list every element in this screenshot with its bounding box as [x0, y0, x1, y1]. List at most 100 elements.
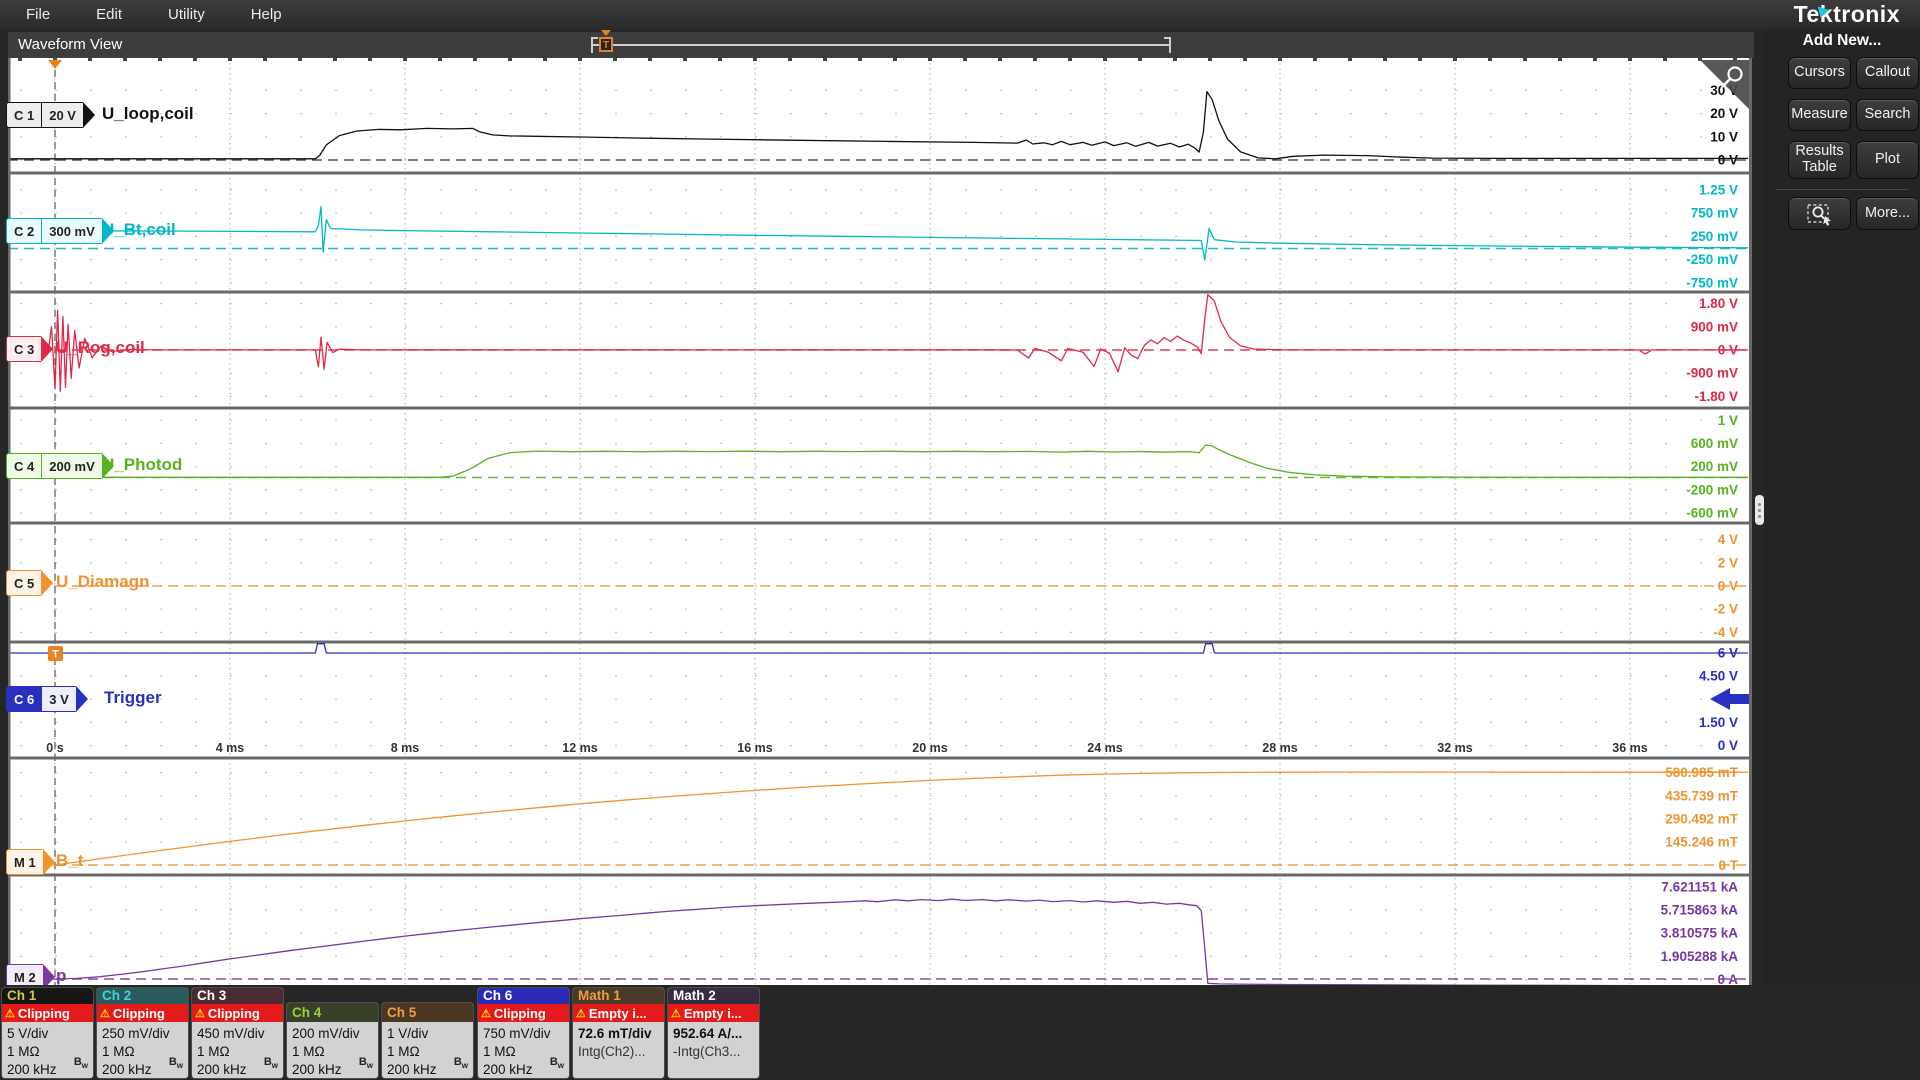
- C1-badge[interactable]: C 120 V: [6, 102, 95, 128]
- trigger-position-triangle: [601, 30, 611, 36]
- C4-tick-label: 1 V: [1718, 413, 1738, 428]
- channel-id: C 4: [6, 453, 41, 479]
- channel-scale: 20 V: [41, 102, 83, 128]
- badge-ch-4[interactable]: Ch 4200 mV/div1 MΩ200 kHzBw: [287, 1003, 378, 1078]
- channel-id: C 1: [6, 102, 41, 128]
- C5-tick-label: 2 V: [1718, 555, 1738, 570]
- time-axis-label: 4 ms: [216, 741, 245, 755]
- badge-ch-6[interactable]: Ch 6⚠Clipping750 mV/div1 MΩ200 kHzBw: [478, 988, 569, 1078]
- bandwidth-icon: Bw: [359, 1053, 373, 1075]
- plot-resize-handle[interactable]: [1755, 495, 1764, 525]
- waveform-canvas: 30 V20 V10 V0 V1.25 V750 mV250 mV-250 mV…: [8, 58, 1752, 988]
- badge-body: 750 mV/div1 MΩ200 kHzBw: [478, 1022, 569, 1078]
- sidebar-divider: [1776, 189, 1908, 190]
- C2-tick-label: 750 mV: [1691, 206, 1738, 221]
- plot-button[interactable]: Plot: [1856, 141, 1919, 179]
- menu-edit[interactable]: Edit: [96, 6, 122, 23]
- M1-tick-label: 290.492 mT: [1665, 812, 1739, 827]
- M1-tick-label: 145.246 mT: [1665, 835, 1739, 850]
- time-axis-label: 36 ms: [1612, 741, 1647, 755]
- C5-badge[interactable]: C 5: [6, 570, 53, 596]
- horizontal-position-bar[interactable]: [593, 44, 1171, 46]
- channel-id: C 5: [6, 570, 41, 596]
- measure-button[interactable]: Measure: [1788, 99, 1851, 131]
- waveform-view-titlebar: Waveform View T: [8, 32, 1754, 58]
- trigger-source-marker-t: T: [52, 649, 59, 661]
- badge-body: 952.64 A/...-Intg(Ch3...: [668, 1022, 759, 1078]
- waveform-plot[interactable]: 30 V20 V10 V0 V1.25 V750 mV250 mV-250 mV…: [8, 58, 1752, 988]
- badge-body: 1 V/div1 MΩ200 kHzBw: [382, 1022, 473, 1078]
- status-strip: ⚠Clipping: [478, 1004, 569, 1022]
- warning-icon: ⚠: [195, 1007, 205, 1020]
- C2-badge[interactable]: C 2300 mV: [6, 218, 114, 244]
- time-axis-label: 32 ms: [1437, 741, 1472, 755]
- C6-badge[interactable]: C 63 V: [6, 686, 88, 712]
- badge-arrow-icon: [41, 570, 53, 596]
- menu-help[interactable]: Help: [251, 6, 282, 23]
- badge-body: 250 mV/div1 MΩ200 kHzBw: [97, 1022, 188, 1078]
- C3-tick-label: 0 V: [1718, 343, 1738, 358]
- bandwidth-icon: Bw: [264, 1053, 278, 1075]
- plot-right-border: [1749, 58, 1752, 988]
- C3-tick-label: 1.80 V: [1699, 296, 1738, 311]
- C4-tick-label: -200 mV: [1686, 482, 1738, 497]
- time-axis-label: 20 ms: [912, 741, 947, 755]
- badge-ch-2[interactable]: Ch 2⚠Clipping250 mV/div1 MΩ200 kHzBw: [97, 988, 188, 1078]
- C5-tick-label: 4 V: [1718, 532, 1738, 547]
- badge-ch-1[interactable]: Ch 1⚠Clipping5 V/div1 MΩ200 kHzBw: [2, 988, 93, 1078]
- status-strip: ⚠Clipping: [192, 1004, 283, 1022]
- badge-row: 750 mV/div: [483, 1025, 569, 1043]
- badge-row: 450 mV/div: [197, 1025, 283, 1043]
- channel-id: C 6: [6, 686, 41, 712]
- badge-ch-5[interactable]: Ch 51 V/div1 MΩ200 kHzBw: [382, 1003, 473, 1078]
- C2-tick-label: -750 mV: [1686, 275, 1738, 290]
- more-button[interactable]: More...: [1856, 197, 1919, 230]
- C4-label: U_Photod: [102, 455, 182, 475]
- M1-tick-label: 435.739 mT: [1665, 788, 1739, 803]
- trigger-position-flag-icon[interactable]: T: [599, 37, 613, 52]
- C6-label: Trigger: [104, 688, 162, 708]
- badge-body: 200 mV/div1 MΩ200 kHzBw: [287, 1022, 378, 1078]
- C1-tick-label: 20 V: [1710, 106, 1738, 121]
- zoom-select-button[interactable]: [1788, 197, 1851, 230]
- badge-body: 5 V/div1 MΩ200 kHzBw: [2, 1022, 93, 1078]
- time-axis-label: 8 ms: [391, 741, 420, 755]
- time-axis-label: 0 s: [46, 741, 63, 755]
- badge-math-2[interactable]: Math 2⚠Empty i...952.64 A/...-Intg(Ch3..…: [668, 988, 759, 1078]
- results-table-button[interactable]: Results Table: [1788, 141, 1851, 179]
- time-axis-label: 12 ms: [562, 741, 597, 755]
- C4-badge[interactable]: C 4200 mV: [6, 453, 114, 479]
- C3-label: U_Rog,coil: [56, 338, 145, 358]
- channel-scale: 3 V: [41, 686, 76, 712]
- search-button[interactable]: Search: [1856, 99, 1919, 131]
- badge-body: 450 mV/div1 MΩ200 kHzBw: [192, 1022, 283, 1078]
- badge-body: 72.6 mT/divIntg(Ch2)...: [573, 1022, 664, 1078]
- channel-id: C 2: [6, 218, 41, 244]
- hpos-left-bracket: [591, 37, 593, 53]
- badge-row: 952.64 A/...: [673, 1025, 759, 1043]
- badge-ch-3[interactable]: Ch 3⚠Clipping450 mV/div1 MΩ200 kHzBw: [192, 988, 283, 1078]
- status-strip: ⚠Empty i...: [573, 1004, 664, 1022]
- badge-math-1[interactable]: Math 1⚠Empty i...72.6 mT/divIntg(Ch2)...: [573, 988, 664, 1078]
- M2-tick-label: 3.810575 kA: [1661, 926, 1739, 941]
- right-sidebar: Add New... Cursors Callout Measure Searc…: [1764, 29, 1920, 985]
- badge-row: -Intg(Ch3...: [673, 1043, 759, 1061]
- badge-title: Math 2: [668, 988, 759, 1004]
- callout-button[interactable]: Callout: [1856, 57, 1919, 89]
- C6-tick-label: 4.50 V: [1699, 669, 1738, 684]
- menu-file[interactable]: File: [26, 6, 50, 23]
- M1-badge[interactable]: M 1: [6, 849, 55, 875]
- C4-tick-label: -600 mV: [1686, 506, 1738, 521]
- C3-badge[interactable]: C 3: [6, 336, 53, 362]
- M2-tick-label: 1.905288 kA: [1661, 949, 1739, 964]
- menu-utility[interactable]: Utility: [168, 6, 205, 23]
- badge-title: Math 1: [573, 988, 664, 1004]
- C5-tick-label: -4 V: [1713, 625, 1738, 640]
- badge-row: 200 mV/div: [292, 1025, 378, 1043]
- badge-row: 72.6 mT/div: [578, 1025, 664, 1043]
- warning-icon: ⚠: [100, 1007, 110, 1020]
- hpos-right-bracket: [1169, 37, 1171, 53]
- cursors-button[interactable]: Cursors: [1788, 57, 1851, 89]
- badge-row: 250 mV/div: [102, 1025, 188, 1043]
- C1-tick-label: 10 V: [1710, 129, 1738, 144]
